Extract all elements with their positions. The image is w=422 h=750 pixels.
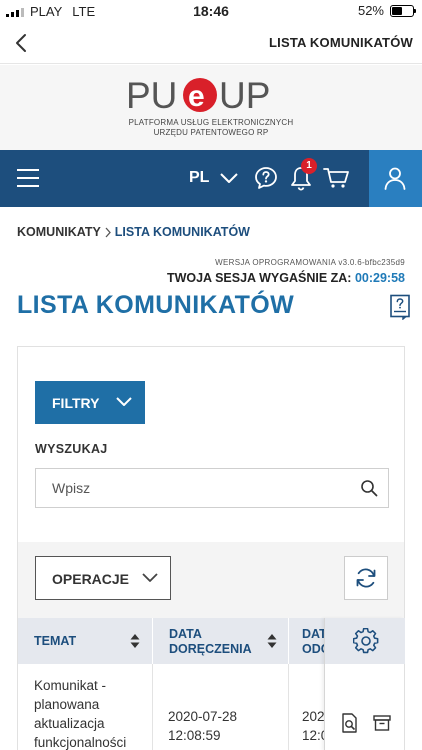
- help-icon[interactable]: [254, 166, 278, 190]
- session-expiry: TWOJA SESJA WYGAŚNIE ZA: 00:29:58: [167, 271, 405, 285]
- svg-text:e: e: [188, 80, 205, 113]
- language-selector[interactable]: PL: [189, 169, 209, 187]
- chevron-down-icon: [142, 573, 158, 582]
- read-date: 2020-07-28: [302, 709, 324, 724]
- search-input[interactable]: [36, 469, 346, 507]
- search-icon[interactable]: [360, 479, 378, 497]
- status-bar: PLAY LTE 18:46 52%: [0, 0, 422, 22]
- refresh-button[interactable]: [344, 556, 388, 600]
- operations-label: OPERACJE: [52, 571, 130, 587]
- logo-subtitle: PLATFORMA USŁUG ELEKTRONICZNYCH URZĘDU P…: [0, 118, 422, 138]
- operations-bar: OPERACJE: [18, 542, 404, 618]
- status-right: 52%: [357, 3, 416, 18]
- archive-icon[interactable]: [373, 714, 391, 732]
- delivery-date: 2020-07-28: [168, 709, 238, 724]
- chevron-right-icon: [105, 227, 111, 237]
- page-title: LISTA KOMUNIKATÓW: [17, 291, 295, 319]
- cell-read-date: 2020-07-28 12:09:00: [288, 664, 324, 750]
- actions-column: [324, 618, 405, 750]
- read-time: 12:09:00: [302, 728, 324, 743]
- cell-subject: Komunikat - planowana aktualizacja funkc…: [34, 678, 127, 750]
- cell-delivery-date: 2020-07-28 12:08:59: [152, 664, 288, 750]
- battery-icon: [390, 4, 416, 17]
- breadcrumb-parent[interactable]: KOMUNIKATY: [17, 225, 101, 239]
- column-header-label: DORĘCZENIA: [169, 642, 252, 656]
- software-version: WERSJA OPROGRAMOWANIA v3.0.6-bfbc235d9: [215, 258, 405, 267]
- pueup-logo[interactable]: PU e UP: [126, 75, 296, 115]
- main-header: PL: [0, 150, 422, 207]
- search-field: [35, 468, 389, 508]
- actions-column-header: [325, 618, 405, 664]
- battery-percent: 52%: [357, 3, 384, 18]
- nav-title: LISTA KOMUNIKATÓW: [269, 35, 413, 50]
- messages-card: FILTRY WYSZUKAJ OPERACJE: [17, 346, 405, 750]
- cart-icon[interactable]: [323, 167, 349, 189]
- back-chevron-icon[interactable]: [12, 32, 32, 54]
- breadcrumb-current: LISTA KOMUNIKATÓW: [114, 225, 250, 239]
- column-header-label: DATA: [169, 627, 202, 641]
- preview-document-icon[interactable]: [341, 713, 359, 733]
- help-document-icon[interactable]: [389, 294, 411, 320]
- column-header-read-date[interactable]: DATA ODCZYTU: [288, 618, 328, 664]
- gear-icon[interactable]: [353, 628, 379, 654]
- logo-subtitle-line1: PLATFORMA USŁUG ELEKTRONICZNYCH: [128, 118, 294, 127]
- sort-icon[interactable]: [130, 633, 140, 649]
- session-timer: 00:29:58: [354, 271, 405, 285]
- delivery-time: 12:08:59: [168, 728, 221, 743]
- filters-button[interactable]: FILTRY: [35, 381, 145, 424]
- filters-button-label: FILTRY: [52, 395, 100, 411]
- session-expiry-label: TWOJA SESJA WYGAŚNIE ZA:: [166, 271, 352, 285]
- app-nav-bar: LISTA KOMUNIKATÓW: [0, 22, 422, 64]
- svg-text:PU: PU: [126, 75, 177, 115]
- user-icon: [384, 167, 406, 190]
- breadcrumb: KOMUNIKATY LISTA KOMUNIKATÓW: [17, 225, 250, 239]
- column-header-label: TEMAT: [34, 634, 77, 648]
- notifications-badge: 1: [301, 158, 317, 174]
- operations-dropdown[interactable]: OPERACJE: [35, 556, 171, 600]
- column-header-delivery-date[interactable]: DATA DORĘCZENIA: [152, 618, 288, 664]
- logo-area: PU e UP PLATFORMA USŁUG ELEKTRONICZNYCH …: [0, 65, 422, 150]
- chevron-down-icon[interactable]: [219, 170, 239, 186]
- hamburger-menu-icon[interactable]: [16, 167, 40, 189]
- search-label: WYSZUKAJ: [35, 442, 108, 456]
- column-header-subject[interactable]: TEMAT: [18, 618, 152, 664]
- user-account-button[interactable]: [369, 150, 422, 207]
- svg-text:UP: UP: [219, 75, 270, 115]
- table-row[interactable]: Komunikat - planowana aktualizacja funkc…: [18, 664, 324, 750]
- chevron-down-icon: [116, 397, 132, 406]
- sort-icon[interactable]: [267, 633, 277, 649]
- refresh-icon: [356, 568, 376, 588]
- logo-subtitle-line2: URZĘDU PATENTOWEGO RP: [153, 128, 269, 137]
